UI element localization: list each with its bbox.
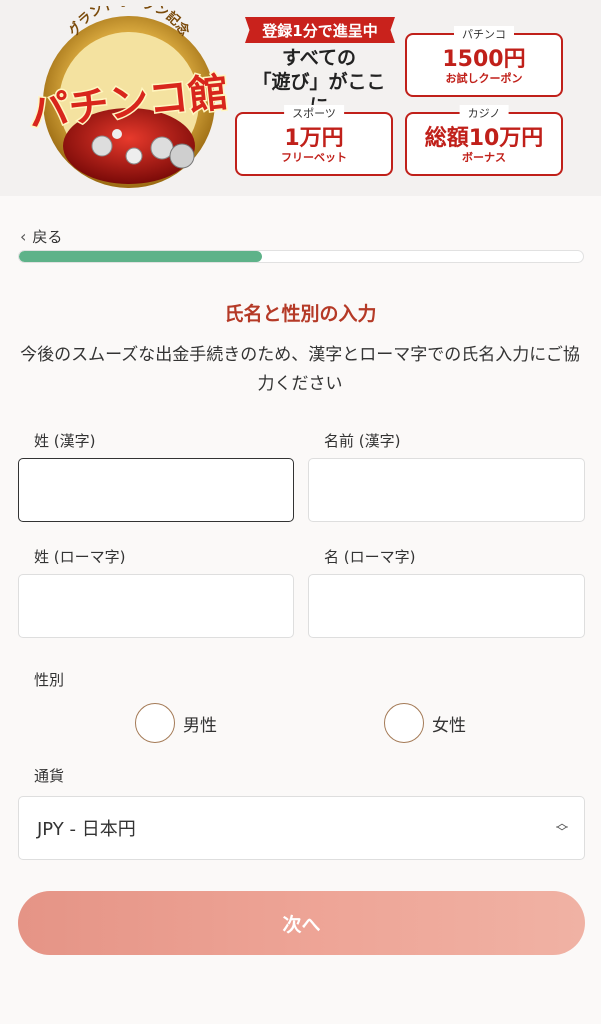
- form-description: 今後のスムーズな出金手続きのため、漢字とローマ字での氏名入力にご協力ください: [20, 345, 580, 394]
- back-button[interactable]: ‹ 戻る: [20, 226, 62, 247]
- currency-label: 通貨: [34, 767, 65, 785]
- next-button[interactable]: 次へ: [18, 891, 585, 955]
- radio-button[interactable]: [384, 703, 424, 743]
- gender-option-male[interactable]: 男性: [135, 703, 217, 743]
- promo-title: カジノ: [459, 105, 509, 121]
- progress-bar: [18, 250, 584, 263]
- first-name-roman-input[interactable]: [308, 574, 585, 638]
- last-name-kanji-label: 姓 (漢字): [34, 432, 96, 450]
- promo-casino[interactable]: カジノ 総額10万円 ボーナス: [405, 105, 563, 176]
- back-label: 戻る: [32, 228, 63, 246]
- registration-tag: 登録1分で進呈中: [245, 17, 395, 43]
- last-name-kanji-input[interactable]: [18, 458, 294, 522]
- pachinko-logo: グランドオープン記念 パチンコ館: [25, 6, 232, 188]
- promo-amount: 1万円: [284, 126, 344, 151]
- gender-option-female[interactable]: 女性: [384, 703, 466, 743]
- last-name-roman-label: 姓 (ローマ字): [34, 548, 126, 566]
- promo-amount: 総額10万円: [424, 126, 544, 151]
- currency-select[interactable]: JPY - 日本円 ︿ ﹀: [18, 796, 585, 860]
- promo-subtitle: ボーナス: [462, 151, 506, 164]
- promo-title: スポーツ: [284, 105, 344, 121]
- promo-banner[interactable]: グランドオープン記念 パチンコ館 登録1分で進呈中 すべての 「遊び」がここに …: [0, 0, 601, 196]
- radio-button[interactable]: [135, 703, 175, 743]
- chevron-up-down-icon: ︿ ﹀: [555, 816, 568, 839]
- gender-option-label: 男性: [183, 715, 217, 736]
- first-name-kanji-input[interactable]: [308, 458, 585, 522]
- gender-option-label: 女性: [432, 715, 466, 736]
- first-name-kanji-label: 名前 (漢字): [324, 432, 401, 450]
- promo-title: パチンコ: [454, 26, 514, 42]
- promo-pachinko[interactable]: パチンコ 1500円 お試しクーポン: [405, 26, 563, 97]
- currency-selected-value: JPY - 日本円: [37, 819, 136, 840]
- form-title: 氏名と性別の入力: [224, 303, 377, 325]
- promo-amount: 1500円: [442, 47, 526, 72]
- progress-fill: [19, 251, 262, 262]
- promo-subtitle: お試しクーポン: [445, 72, 523, 85]
- first-name-roman-label: 名 (ローマ字): [324, 548, 416, 566]
- last-name-roman-input[interactable]: [18, 574, 294, 638]
- chevron-left-icon: ‹: [20, 227, 27, 246]
- promo-subtitle: フリーベット: [281, 151, 347, 164]
- tagline-line1: すべての: [282, 47, 356, 69]
- gender-label: 性別: [34, 671, 65, 689]
- promo-sports[interactable]: スポーツ 1万円 フリーベット: [235, 105, 393, 176]
